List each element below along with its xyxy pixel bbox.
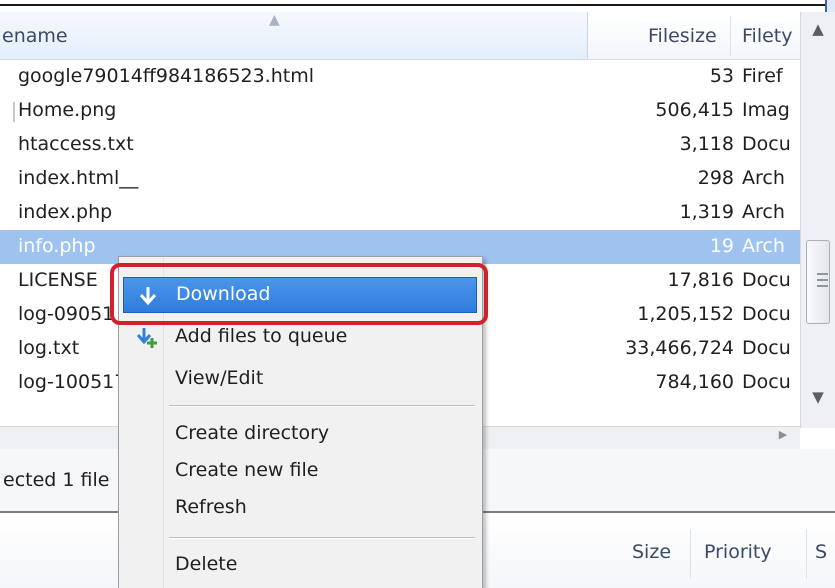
download-arrow-icon xyxy=(139,287,157,306)
vertical-scrollbar[interactable]: ▲ ▼ xyxy=(800,12,835,428)
file-type: Arch xyxy=(742,167,785,189)
column-separator[interactable] xyxy=(806,529,807,579)
menu-item-label: Create new file xyxy=(175,459,319,481)
image-file-icon xyxy=(13,102,15,122)
file-type: Firef xyxy=(742,65,783,87)
menu-item-view-edit[interactable]: View/Edit xyxy=(123,362,477,398)
sort-ascending-icon: ▲ xyxy=(269,12,280,28)
file-row[interactable]: google79014ff984186523.html 53 Firef xyxy=(0,60,800,94)
menu-item-label: Add files to queue xyxy=(175,325,348,347)
column-separator[interactable] xyxy=(690,529,691,579)
scrollbar-thumb[interactable] xyxy=(806,240,830,324)
menu-item-create-directory[interactable]: Create directory xyxy=(123,417,477,453)
column-separator[interactable] xyxy=(730,16,731,56)
file-size: 17,816 xyxy=(667,269,734,291)
menu-item-label: View/Edit xyxy=(175,367,264,389)
top-divider xyxy=(0,4,825,6)
menu-item-label: Refresh xyxy=(175,496,247,518)
file-size: 3,118 xyxy=(679,133,734,155)
filename-header-label: ename xyxy=(2,25,68,47)
file-size: 1,205,152 xyxy=(637,303,734,325)
queue-status-column-header[interactable]: S xyxy=(815,541,827,563)
menu-item-delete[interactable]: Delete xyxy=(123,548,477,584)
scroll-down-arrow-icon[interactable]: ▼ xyxy=(801,388,835,416)
file-type: Docu xyxy=(742,371,791,393)
file-type: Docu xyxy=(742,303,791,325)
file-type: Arch xyxy=(742,201,785,223)
menu-item-create-new-file[interactable]: Create new file xyxy=(123,454,477,490)
file-row[interactable]: index.html__ 298 Arch xyxy=(0,162,800,196)
file-size: 33,466,724 xyxy=(625,337,734,359)
menu-item-label: Download xyxy=(176,283,271,305)
file-type: Arch xyxy=(742,235,785,257)
queue-size-column-header[interactable]: Size xyxy=(632,541,671,563)
scroll-right-arrow-icon[interactable]: ▶ xyxy=(768,428,798,448)
menu-separator xyxy=(169,405,475,407)
context-menu: Download Add files to queue View/Edit Cr… xyxy=(118,256,483,588)
file-type: Imag xyxy=(742,99,790,121)
file-size: 784,160 xyxy=(655,371,734,393)
filesize-column-header[interactable]: Filesize xyxy=(648,25,717,47)
menu-item-refresh[interactable]: Refresh xyxy=(123,491,477,527)
file-size: 1,319 xyxy=(679,201,734,223)
menu-separator xyxy=(169,537,475,539)
file-name: index.html__ xyxy=(18,167,139,189)
filetype-column-header[interactable]: Filety xyxy=(742,25,793,47)
file-list-header: ename ▲ Filesize Filety xyxy=(0,12,800,60)
file-row[interactable]: htaccess.txt 3,118 Docu xyxy=(0,128,800,162)
file-size: 53 xyxy=(709,65,734,87)
file-name: google79014ff984186523.html xyxy=(18,65,314,87)
menu-item-download[interactable]: Download xyxy=(123,277,477,313)
file-row[interactable]: index.php 1,319 Arch xyxy=(0,196,800,230)
menu-item-label: Delete xyxy=(175,553,238,575)
file-size: 506,415 xyxy=(655,99,734,121)
scroll-up-arrow-icon[interactable]: ▲ xyxy=(801,20,835,48)
file-size: 19 xyxy=(709,235,734,257)
status-text: ected 1 file xyxy=(3,469,110,491)
file-name: info.php xyxy=(18,235,96,257)
grip-line xyxy=(817,279,828,281)
filename-column-header[interactable]: ename ▲ xyxy=(0,12,588,59)
file-row[interactable]: Home.png 506,415 Imag xyxy=(0,94,800,128)
file-name: htaccess.txt xyxy=(18,133,134,155)
file-type: Docu xyxy=(742,337,791,359)
file-name: Home.png xyxy=(18,99,117,121)
add-to-queue-icon xyxy=(136,328,157,348)
menu-item-add-to-queue[interactable]: Add files to queue xyxy=(123,320,477,356)
file-type: Docu xyxy=(742,269,791,291)
grip-line xyxy=(817,285,828,287)
file-type: Docu xyxy=(742,133,791,155)
file-name: index.php xyxy=(18,201,113,223)
file-transfer-window: ename ▲ Filesize Filety google79014ff984… xyxy=(0,0,835,588)
queue-priority-column-header[interactable]: Priority xyxy=(704,541,772,563)
grip-line xyxy=(817,273,828,275)
window-top-border xyxy=(0,0,835,14)
file-size: 298 xyxy=(697,167,734,189)
menu-item-label: Create directory xyxy=(175,422,330,444)
